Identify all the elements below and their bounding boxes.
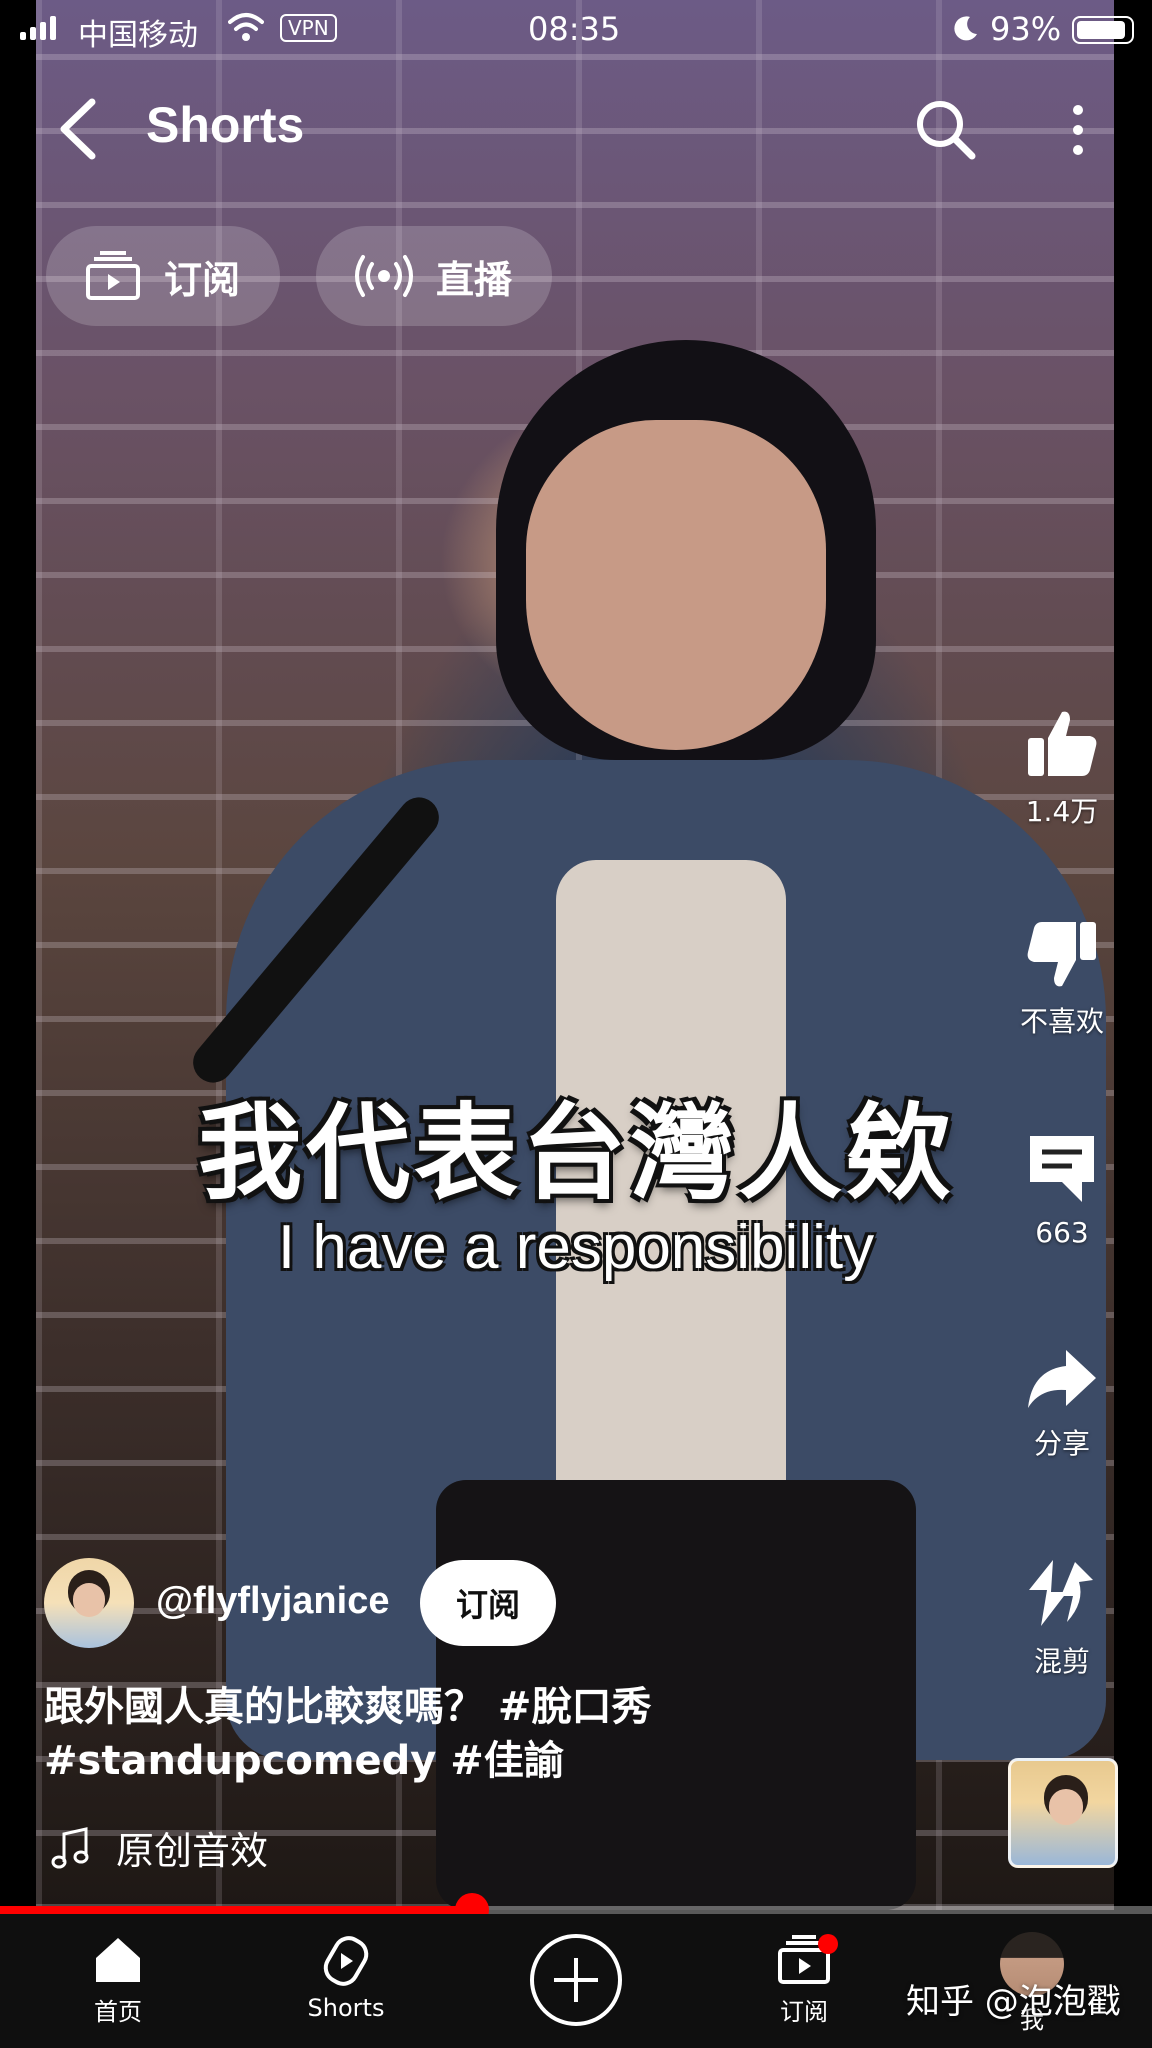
cell-signal-icon [20, 16, 56, 40]
nav-shorts-label: Shorts [307, 1994, 385, 2022]
music-note-icon [51, 1826, 89, 1868]
video-progress-bar[interactable] [0, 1893, 1152, 1927]
battery-icon [1072, 16, 1134, 44]
page-title: Shorts [146, 97, 305, 153]
live-icon [355, 255, 413, 297]
share-button[interactable]: 分享 [1004, 1346, 1120, 1462]
home-icon [96, 1938, 140, 1982]
create-button[interactable] [530, 1934, 622, 2026]
description-line-2: #standupcomedy #佳諭 [44, 1738, 564, 1784]
status-bar: 中国移动 VPN 08:35 93% [0, 0, 1152, 60]
live-chip-label: 直播 [436, 257, 513, 302]
carrier-name: 中国移动 [78, 18, 198, 53]
dislike-label: 不喜欢 [1019, 1005, 1104, 1038]
like-button[interactable]: 1.4万 [1004, 708, 1120, 830]
subscriptions-chip-label: 订阅 [164, 257, 241, 302]
more-options-icon[interactable] [1064, 100, 1092, 160]
dislike-button[interactable]: 不喜欢 [1004, 918, 1120, 1040]
remix-label: 混剪 [1033, 1645, 1090, 1678]
clock: 08:35 [528, 10, 621, 48]
live-chip[interactable]: 直播 [316, 226, 553, 326]
vpn-badge: VPN [280, 14, 337, 42]
channel-handle[interactable]: @flyflyjanice [156, 1580, 389, 1623]
watermark: 知乎 @泡泡戳 [906, 1982, 1121, 2022]
progress-played [0, 1906, 473, 1914]
comment-icon [1030, 1136, 1094, 1202]
search-icon[interactable] [912, 96, 978, 162]
nav-subscriptions-label: 订阅 [780, 1998, 828, 2026]
share-label: 分享 [1033, 1427, 1090, 1460]
comment-count: 663 [1035, 1216, 1089, 1249]
subscribe-button[interactable]: 订阅 [420, 1560, 556, 1646]
caption-english: I have a responsibility [277, 1213, 875, 1282]
remix-icon [1029, 1560, 1093, 1626]
share-icon [1028, 1350, 1096, 1408]
subscriptions-icon [86, 251, 140, 300]
description-line-1: 跟外國人真的比較爽嗎？ #脫口秀 [44, 1684, 652, 1730]
subscriptions-chip[interactable]: 订阅 [46, 226, 281, 326]
sound-label: 原创音效 [116, 1829, 269, 1873]
nav-home-label: 首页 [94, 1998, 142, 2026]
like-count: 1.4万 [1025, 795, 1099, 828]
remix-button[interactable]: 混剪 [1004, 1556, 1120, 1680]
back-arrow-icon[interactable] [52, 94, 104, 164]
notification-dot [818, 1934, 838, 1954]
nav-shorts[interactable]: Shorts [266, 1934, 426, 2022]
sound-thumbnail[interactable] [1008, 1758, 1118, 1868]
nav-home[interactable]: 首页 [38, 1934, 198, 2027]
wifi-icon [228, 13, 264, 41]
caption-chinese: 我代表台灣人欸 [197, 1092, 954, 1214]
nav-subscriptions[interactable]: 订阅 [724, 1934, 884, 2027]
thumbs-down-icon [1027, 922, 1096, 987]
shorts-icon [323, 1936, 369, 1986]
sound-link[interactable]: 原创音效 [50, 1820, 268, 1875]
thumbs-up-icon [1028, 711, 1097, 776]
video-description[interactable]: 跟外國人真的比較爽嗎？ #脫口秀 #standupcomedy #佳諭 [44, 1680, 944, 1788]
performer-face [526, 420, 826, 750]
battery-percent: 93% [990, 10, 1062, 48]
channel-avatar[interactable] [44, 1558, 134, 1648]
comments-button[interactable]: 663 [1004, 1130, 1120, 1249]
do-not-disturb-moon-icon [954, 16, 977, 41]
